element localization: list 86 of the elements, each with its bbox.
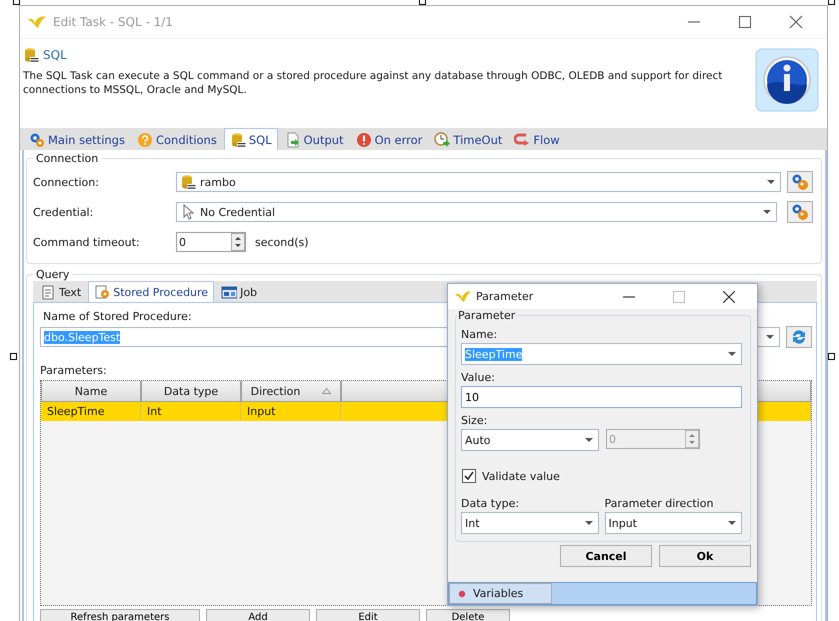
dropdown-arrow-icon [763,210,771,214]
dropdown[interactable]: Input [604,512,742,534]
dropdown-arrow-icon [728,521,736,525]
script-gear-icon [94,284,110,300]
tab[interactable]: Job [216,282,262,302]
dropdown[interactable]: No Credential [176,202,777,222]
tab[interactable]: SQL [224,128,278,150]
section-title: SQL [43,48,67,62]
table-cell: Input [241,402,341,421]
column-header[interactable]: Name [41,381,141,402]
document-arrow-icon [284,132,301,148]
app-logo-icon [27,15,47,29]
info-icon [755,48,819,112]
group-label: Parameter [457,309,516,322]
field-label: Value: [461,371,496,384]
number-field[interactable]: 0 [176,232,246,252]
dropdown[interactable]: Int [461,512,598,534]
group-label: Connection [35,152,100,165]
tab[interactable]: Stored Procedure [88,281,214,302]
resize-handle[interactable] [419,0,426,5]
column-header[interactable]: Direction [241,381,341,402]
checkbox-label: Validate value [482,470,560,482]
tab[interactable]: Output [280,129,349,150]
field-label: Data type: [461,497,520,510]
tab[interactable]: Text [35,282,86,302]
close-icon[interactable] [723,290,735,302]
action-button[interactable]: Delete [426,609,510,621]
question-icon [136,132,153,148]
gears-icon [791,173,809,191]
resize-handle[interactable] [828,0,835,5]
gears-icon [29,132,45,148]
unit-label: second(s) [255,236,309,248]
tab[interactable]: Conditions [132,129,222,150]
refresh-button[interactable] [786,326,812,348]
database-icon [23,47,39,63]
close-icon[interactable] [789,15,803,29]
checkbox[interactable] [462,469,476,483]
error-icon [356,132,372,148]
window-title: Edit Task - SQL - 1/1 [53,15,173,29]
tab[interactable]: Flow [509,129,565,150]
field-label: Connection: [33,176,100,188]
dropdown-arrow-icon [767,180,775,184]
window-icon [221,284,238,300]
resize-handle[interactable] [828,353,835,360]
group-label: Query [35,268,70,281]
field-label: Credential: [33,206,94,218]
settings-button[interactable] [787,171,813,193]
dropdown-arrow-icon [584,521,592,525]
tab[interactable]: On error [350,129,428,150]
clock-icon [434,132,450,148]
field-label: Name: [461,328,498,341]
dialog-title: Parameter [476,290,534,303]
description-text: The SQL Task can execute a SQL command or a stored procedure against any database through ODBC, OLEDB and support for direct connections to MSSQL, Oracle and MySQL. [23,69,724,97]
action-button[interactable]: Add [206,609,310,621]
field-label: Parameter direction [604,497,714,510]
spinner-icon[interactable] [231,233,245,251]
tab[interactable]: Main settings [24,129,130,150]
dropdown[interactable]: rambo [176,172,781,192]
notepad-icon [40,284,56,300]
dropdown[interactable]: Auto [461,429,599,451]
tab[interactable]: Variables [449,583,552,604]
check-icon [464,471,474,481]
dropdown-arrow-icon [728,352,736,356]
dialog-button[interactable]: Ok [659,545,751,567]
resize-handle[interactable] [13,0,20,5]
settings-button[interactable] [787,201,813,223]
dropdown-arrow-icon [766,335,774,339]
dot-icon [458,590,466,598]
tab[interactable]: TimeOut [429,129,508,150]
table-cell: Int [141,402,241,421]
field-label: Command timeout: [33,236,141,248]
app-logo-icon [454,290,472,303]
maximize-icon[interactable] [738,15,752,29]
action-button[interactable]: Edit [316,609,420,621]
table-cell: SleepTime [41,402,141,421]
database-icon [230,132,246,148]
input-field[interactable]: 10 [461,386,742,408]
refresh-icon [790,328,808,346]
database-icon [180,174,196,190]
column-header[interactable]: Data type [141,381,241,402]
gears-icon [791,203,809,221]
dialog-button[interactable]: Cancel [560,545,652,567]
loop-arrow-icon [514,132,530,148]
dropdown-arrow-icon [585,438,593,442]
field-label: Name of Stored Procedure: [43,310,192,323]
resize-handle[interactable] [10,353,17,360]
